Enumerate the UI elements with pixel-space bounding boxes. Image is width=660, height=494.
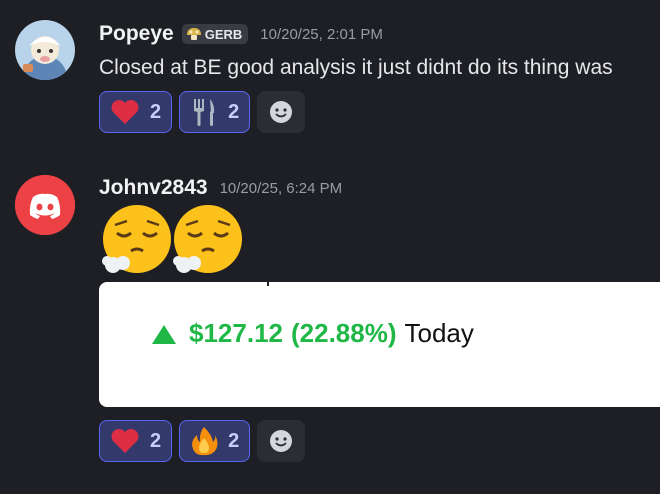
smiley-icon — [270, 430, 293, 452]
reactions: 2 2 — [99, 420, 306, 462]
gain-readout: $127.12 (22.88%) Today — [151, 318, 474, 349]
reaction-count: 2 — [228, 100, 240, 123]
attachment-image[interactable]: $127.12 (22.88%) Today — [99, 282, 660, 407]
image-fragment — [267, 282, 269, 286]
message-content: Closed at BE good analysis it just didnt… — [99, 56, 613, 79]
guild-tag[interactable]: GERB — [181, 24, 249, 44]
up-triangle-icon — [152, 324, 176, 344]
heart-icon — [111, 429, 139, 453]
fork-and-knife-icon — [194, 99, 215, 126]
username[interactable]: Johnv2843 — [99, 176, 208, 200]
avatar[interactable] — [15, 20, 75, 80]
avatar[interactable] — [15, 175, 75, 235]
face-exhaling-icon — [102, 205, 171, 273]
reaction-count: 2 — [150, 429, 162, 452]
heart-icon — [111, 100, 139, 124]
message-popeye: Popeye GERB 10/20/25, 2:01 PM Closed at … — [0, 0, 660, 140]
face-exhaling-icon — [173, 205, 242, 273]
timestamp[interactable]: 10/20/25, 6:24 PM — [220, 180, 343, 197]
reaction-count: 2 — [228, 429, 240, 452]
gain-period: Today — [404, 318, 474, 348]
reactions: 2 2 — [99, 91, 306, 133]
smiley-icon — [270, 101, 293, 123]
reaction-count: 2 — [150, 100, 162, 123]
timestamp[interactable]: 10/20/25, 2:01 PM — [260, 26, 383, 43]
reaction-fire[interactable]: 2 — [179, 420, 251, 462]
reaction-fork-and-knife[interactable]: 2 — [179, 91, 251, 133]
username[interactable]: Popeye — [99, 22, 174, 46]
add-reaction-button[interactable] — [257, 91, 306, 133]
mushroom-icon — [186, 28, 201, 40]
gain-percent: (22.88%) — [290, 318, 397, 348]
guild-tag-label: GERB — [204, 26, 243, 42]
avatar-image — [15, 20, 75, 80]
discord-logo-icon — [15, 175, 75, 235]
reaction-heart[interactable]: 2 — [99, 91, 173, 133]
add-reaction-button[interactable] — [257, 420, 306, 462]
reaction-heart[interactable]: 2 — [99, 420, 173, 462]
fire-icon — [192, 427, 218, 456]
gain-amount: $127.12 — [189, 318, 283, 348]
